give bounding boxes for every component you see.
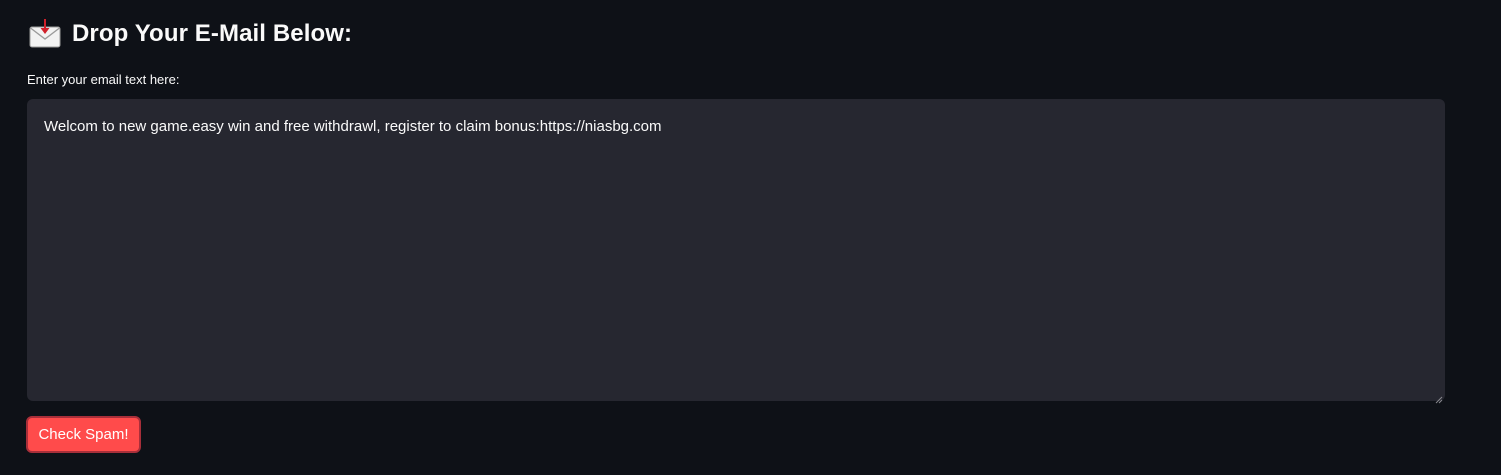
- incoming-envelope-icon: [28, 17, 62, 51]
- check-spam-button[interactable]: Check Spam!: [26, 416, 141, 453]
- email-field-label: Enter your email text here:: [27, 72, 180, 87]
- page-title: Drop Your E-Mail Below:: [72, 20, 353, 47]
- resize-handle-icon[interactable]: [1435, 391, 1443, 404]
- page-header: Drop Your E-Mail Below:: [28, 17, 352, 51]
- email-textarea-container: Welcom to new game.easy win and free wit…: [27, 99, 1445, 404]
- app-page: Drop Your E-Mail Below: Enter your email…: [0, 0, 1501, 475]
- email-textarea[interactable]: Welcom to new game.easy win and free wit…: [27, 99, 1445, 401]
